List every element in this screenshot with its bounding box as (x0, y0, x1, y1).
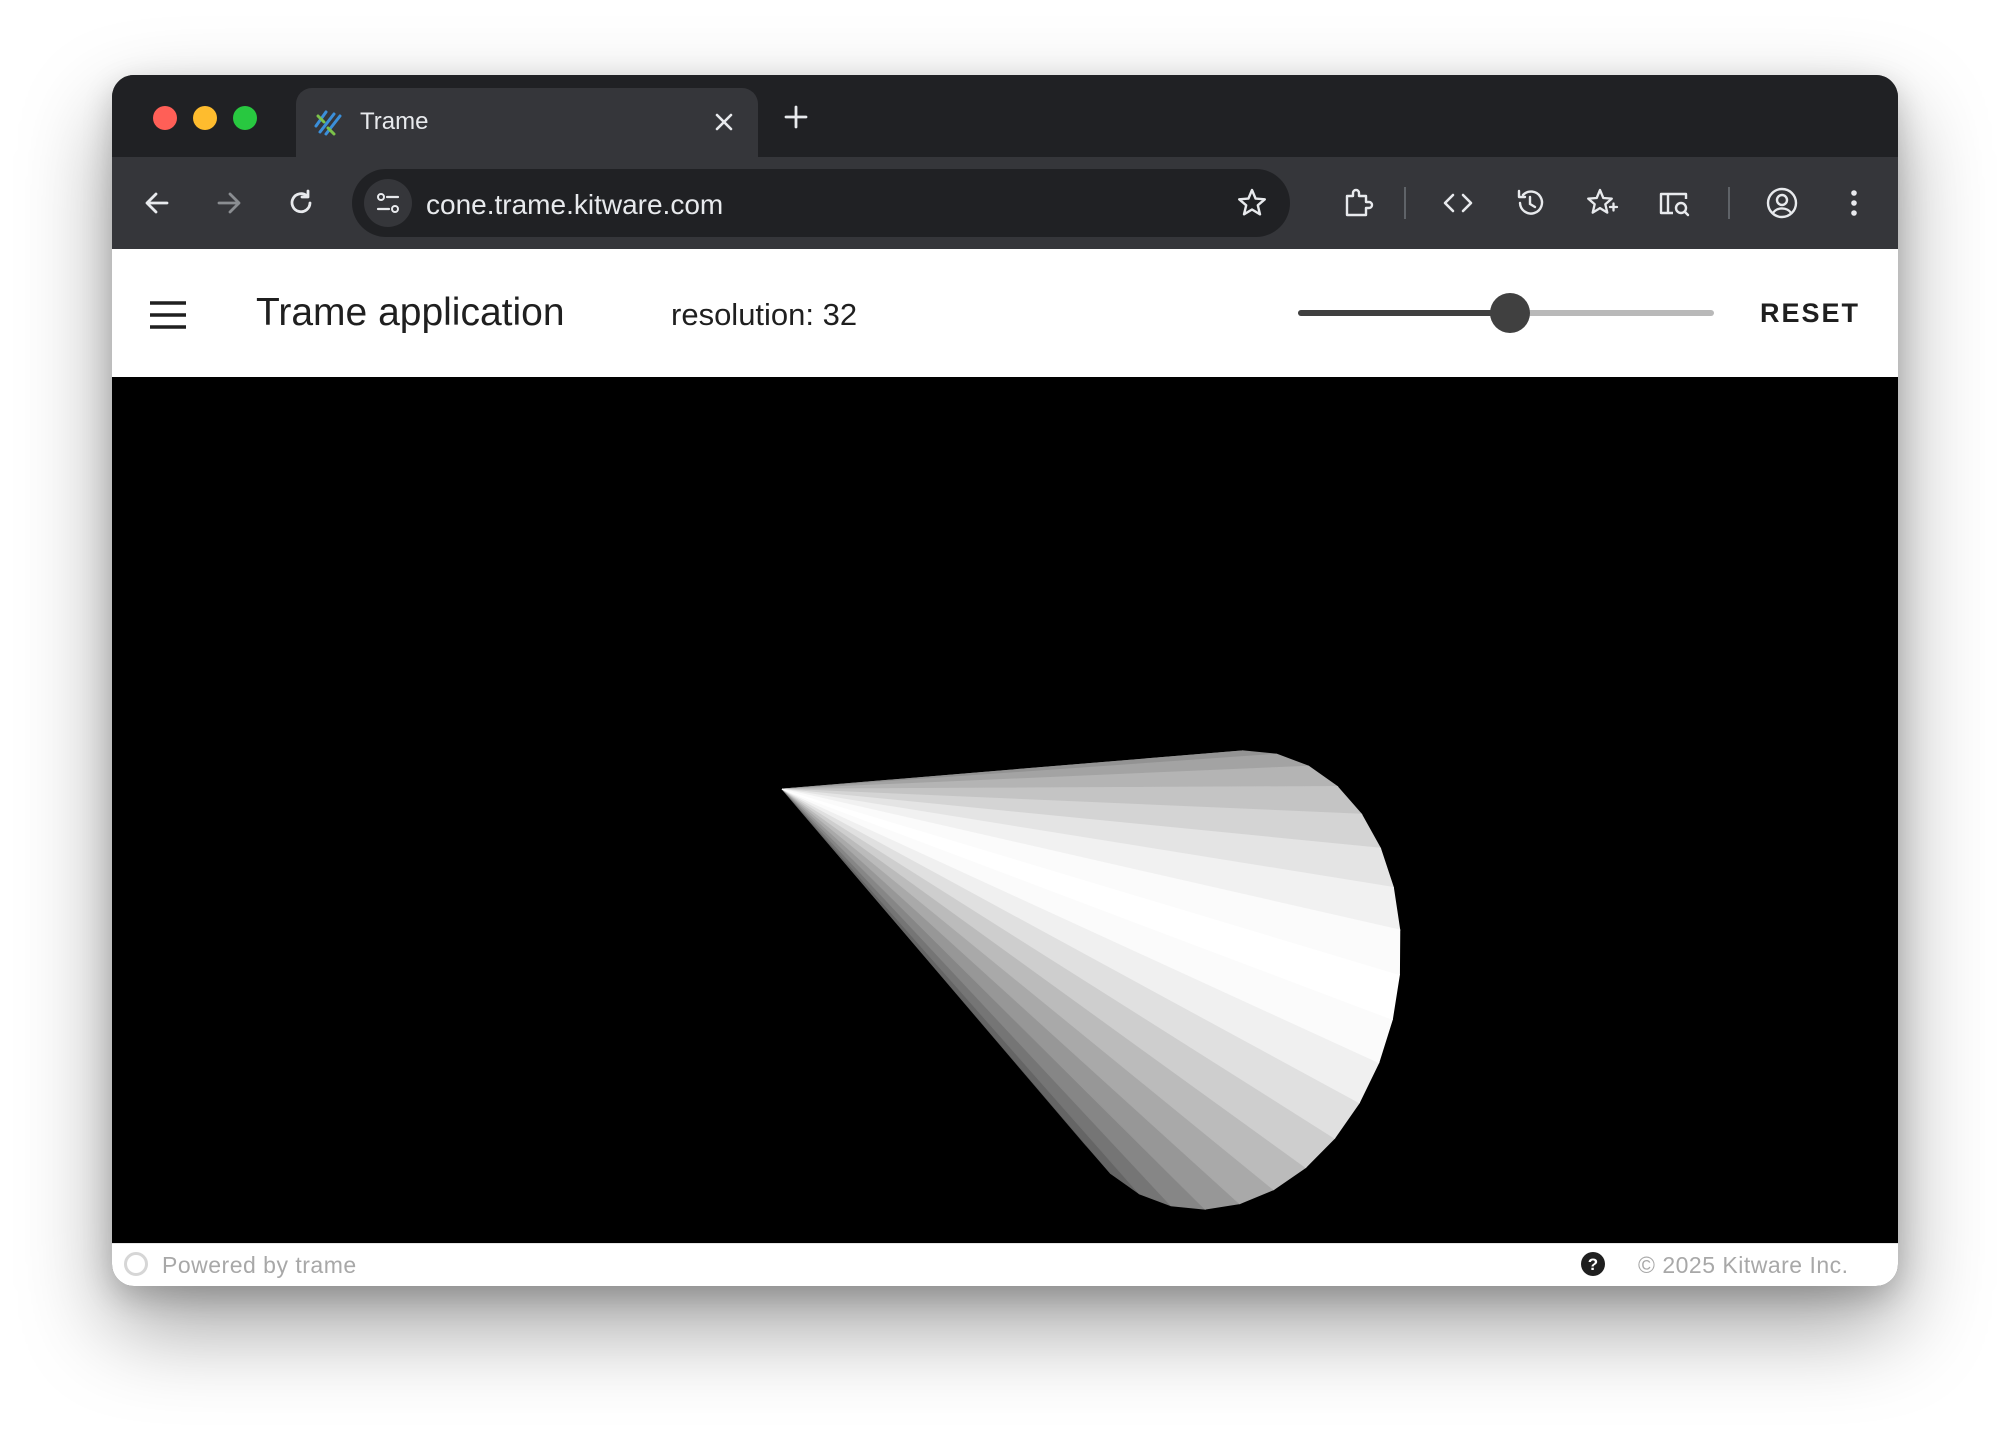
back-arrow-icon[interactable] (139, 185, 175, 221)
history-icon[interactable] (1512, 185, 1548, 221)
search-panel-icon[interactable] (1656, 185, 1692, 221)
resolution-slider[interactable] (1298, 293, 1714, 333)
plus-icon[interactable] (778, 99, 814, 135)
tab-strip: Trame (112, 75, 1898, 157)
close-icon[interactable] (706, 104, 742, 140)
svg-text:?: ? (1588, 1255, 1598, 1274)
star-icon[interactable] (1234, 185, 1270, 221)
render-viewport[interactable] (112, 377, 1898, 1243)
powered-by-text: Powered by trame (162, 1252, 357, 1278)
close-window-button[interactable] (153, 106, 177, 130)
app-title: Trame application (256, 291, 565, 334)
resolution-label: resolution: 32 (671, 297, 858, 332)
slider-thumb[interactable] (1490, 293, 1530, 333)
forward-arrow-icon[interactable] (211, 185, 247, 221)
copyright-text: © 2025 Kitware Inc. (1638, 1252, 1849, 1278)
help-icon[interactable]: ? (1580, 1251, 1606, 1277)
status-spinner (124, 1252, 148, 1276)
site-settings-button[interactable] (364, 179, 412, 227)
tab-title: Trame (360, 108, 429, 135)
reset-button[interactable]: RESET (1750, 287, 1870, 339)
maximize-window-button[interactable] (233, 106, 257, 130)
more-vert-icon[interactable] (1836, 185, 1872, 221)
app-toolbar: Trame application resolution: 32 RESET (112, 249, 1898, 377)
browser-tab[interactable]: Trame (296, 88, 758, 157)
favorites-icon[interactable] (1584, 185, 1620, 221)
url-text[interactable]: cone.trame.kitware.com (426, 189, 723, 221)
toolbar-separator (1728, 187, 1730, 219)
site-settings-icon (376, 193, 400, 213)
menu-icon[interactable] (148, 295, 188, 335)
app-footer: Powered by trame ? © 2025 Kitware Inc. (112, 1243, 1898, 1286)
toolbar-separator (1404, 187, 1406, 219)
cone-render[interactable] (112, 377, 1898, 1243)
trame-logo-icon (314, 110, 342, 136)
profile-icon[interactable] (1764, 185, 1800, 221)
address-bar[interactable]: cone.trame.kitware.com (352, 169, 1290, 237)
slider-fill (1298, 310, 1510, 316)
reload-icon[interactable] (283, 185, 319, 221)
extensions-icon[interactable] (1340, 185, 1376, 221)
minimize-window-button[interactable] (193, 106, 217, 130)
code-icon[interactable] (1440, 185, 1476, 221)
browser-toolbar: cone.trame.kitware.com (112, 157, 1898, 249)
browser-window: Trame cone.trame.kitware.com Trame appli… (112, 75, 1898, 1286)
